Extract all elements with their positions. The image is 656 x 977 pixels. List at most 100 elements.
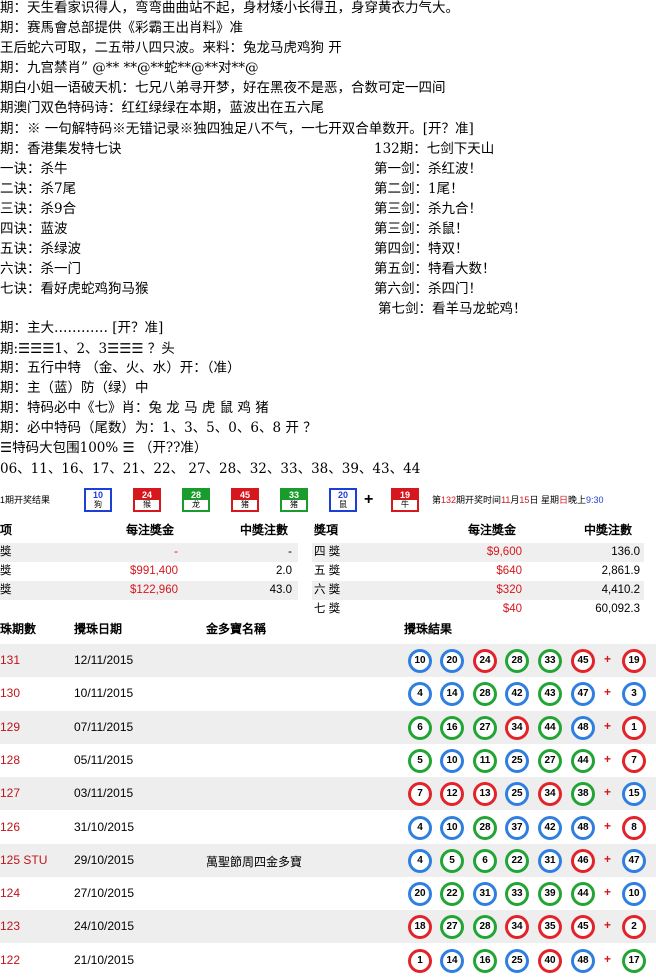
result-ball: 16 — [473, 948, 497, 973]
prize-row: 獎 $122,960 43.0 — [0, 581, 298, 600]
ball-number: 1 — [625, 718, 643, 737]
tip-line: 期：五行中特 （金、火、水）开：（准） — [0, 360, 241, 376]
ball-number: 8 — [625, 818, 643, 837]
table-row: 128 05/11/2015 5 10 11 25 27 44 +7 — [0, 744, 656, 777]
ball-number: 10 — [625, 885, 643, 904]
ball-number: 35 — [541, 918, 559, 937]
ball-number: 4 — [411, 818, 429, 837]
row-period: 127 — [0, 786, 21, 801]
result-ball: 6 — [473, 848, 497, 873]
draw-tile: 24 猴 — [133, 488, 161, 512]
ball-number: 24 — [476, 652, 494, 670]
plus-sign: + — [364, 491, 374, 508]
ball-number: 44 — [574, 751, 592, 770]
result-ball: 4 — [408, 848, 432, 873]
prize-header-item: 项 — [0, 523, 13, 537]
plus-sign: + — [604, 851, 612, 866]
ball-number: 10 — [411, 652, 429, 670]
plus-sign: + — [604, 885, 612, 900]
row-date: 07/11/2015 — [74, 719, 134, 734]
result-ball: 45 — [571, 649, 595, 673]
result-ball: 13 — [473, 782, 497, 807]
sword-line: 第六剑：杀四门！ — [374, 281, 482, 297]
plus-sign: + — [604, 652, 612, 666]
result-ball: 31 — [538, 848, 562, 873]
ball-number: 42 — [508, 685, 526, 704]
result-ball: 48 — [571, 948, 595, 973]
latest-draw: 1期开奖结果 10 狗 24 猴 28 龙 45 猪 33 猪 20 鼠 + 19 牛 第13… — [0, 485, 656, 513]
ball-number: 6 — [411, 718, 429, 737]
ball-number: 28 — [476, 918, 494, 937]
tip-line: 王后蛇六可取，二五带八四只波。来料：兔龙马虎鸡狗 开 — [0, 40, 342, 56]
result-ball: 7 — [408, 782, 432, 807]
result-ball: 33 — [505, 882, 529, 907]
tip-line: 期：必中特码（尾数）为：1、3、5、0、6、8 开 ？ — [0, 420, 317, 436]
header-date: 攪珠日期 — [74, 622, 123, 636]
result-ball: 10 — [440, 815, 464, 840]
ball-number: 45 — [574, 918, 592, 937]
next-draw-info: 第132期开奖时间11月15日 星期日晚上9:30 — [432, 495, 604, 505]
tip-line: 一诀：杀牛 — [0, 161, 68, 177]
draw-tile: 33 猪 — [280, 488, 308, 512]
result-ball: 24 — [473, 649, 497, 673]
result-ball: 34 — [505, 715, 529, 740]
tip-line: 期：天生看家识得人，弯弯曲曲站不起，身材矮小长得丑，身穿黄衣力气大。 — [0, 0, 459, 16]
table-row: 125 STU 29/10/2015 萬聖節周四金多寶 4 5 6 22 31 46 +47 — [0, 843, 656, 877]
result-ball: 47 — [571, 682, 595, 707]
result-ball: 5 — [440, 848, 464, 873]
result-ball: 10 — [408, 649, 432, 673]
special-ball: 8 — [622, 815, 646, 840]
result-ball: 4 — [408, 815, 432, 840]
header-name: 金多寶名稱 — [206, 622, 267, 636]
result-ball: 14 — [440, 948, 464, 973]
tip-line: 期澳门双色特码诗：红红绿绿在本期，蓝波出在五六尾 — [0, 100, 324, 116]
row-period: 123 — [0, 919, 21, 934]
result-ball: 48 — [571, 815, 595, 840]
ball-number: 27 — [443, 918, 461, 937]
sword-line: 第三剑：杀鼠！ — [374, 221, 469, 237]
tip-line: 期：香港集发特七诀 — [0, 141, 122, 157]
ball-number: 13 — [476, 785, 494, 804]
result-ball: 45 — [571, 915, 595, 940]
special-ball: 2 — [622, 915, 646, 940]
prize-row: 六 獎 $320 4,410.2 — [312, 581, 644, 600]
ball-number: 34 — [508, 918, 526, 937]
row-period: 124 — [0, 886, 21, 901]
special-draw-tile: 19 牛 — [391, 488, 419, 512]
result-ball: 44 — [571, 882, 595, 907]
row-date: 21/10/2015 — [74, 952, 135, 967]
ball-number: 22 — [508, 851, 526, 870]
row-date: 12/11/2015 — [74, 653, 134, 667]
table-row: 127 03/11/2015 7 12 13 25 34 38 +15 — [0, 777, 656, 811]
ball-number: 4 — [411, 685, 429, 704]
result-ball: 34 — [538, 782, 562, 807]
row-date: 31/10/2015 — [74, 819, 135, 834]
row-date: 10/11/2015 — [74, 686, 134, 701]
tip-line: 期白小姐一语破天机：七兄八弟寻开梦，好在黑夜不是恶，合数可定一四间 — [0, 80, 446, 96]
row-period: 122 — [0, 952, 21, 967]
ball-number: 5 — [411, 751, 429, 770]
sword-line: 第三剑：杀九合！ — [374, 201, 482, 217]
ball-number: 28 — [476, 685, 494, 704]
ball-number: 6 — [476, 851, 494, 870]
draw-label: 1期开奖结果 — [0, 495, 51, 505]
tip-line: 期：九宫禁肖” @** **@**蛇**@**对**@ — [0, 60, 259, 76]
row-date: 29/10/2015 — [74, 852, 135, 867]
tip-line: 期:☰☰☰1、2、3☰☰☰ ？头 — [0, 341, 175, 357]
table-row: 124 27/10/2015 20 22 31 33 39 44 +10 — [0, 877, 656, 910]
result-ball: 42 — [505, 682, 529, 707]
result-ball: 37 — [505, 815, 529, 840]
plus-sign: + — [604, 718, 612, 733]
result-ball: 28 — [473, 682, 497, 707]
ball-number: 20 — [411, 885, 429, 904]
tip-line: 五诀：杀绿波 — [0, 241, 81, 257]
ball-number: 10 — [443, 818, 461, 837]
sword-line: 第七剑：看羊马龙蛇鸡！ — [378, 301, 527, 317]
ball-number: 14 — [443, 685, 461, 704]
special-ball: 17 — [622, 948, 646, 973]
ball-number: 3 — [625, 685, 643, 704]
ball-number: 15 — [625, 785, 643, 804]
row-name: 萬聖節周四金多寶 — [206, 854, 303, 869]
result-ball: 46 — [571, 848, 595, 873]
special-ball: 19 — [622, 649, 646, 673]
